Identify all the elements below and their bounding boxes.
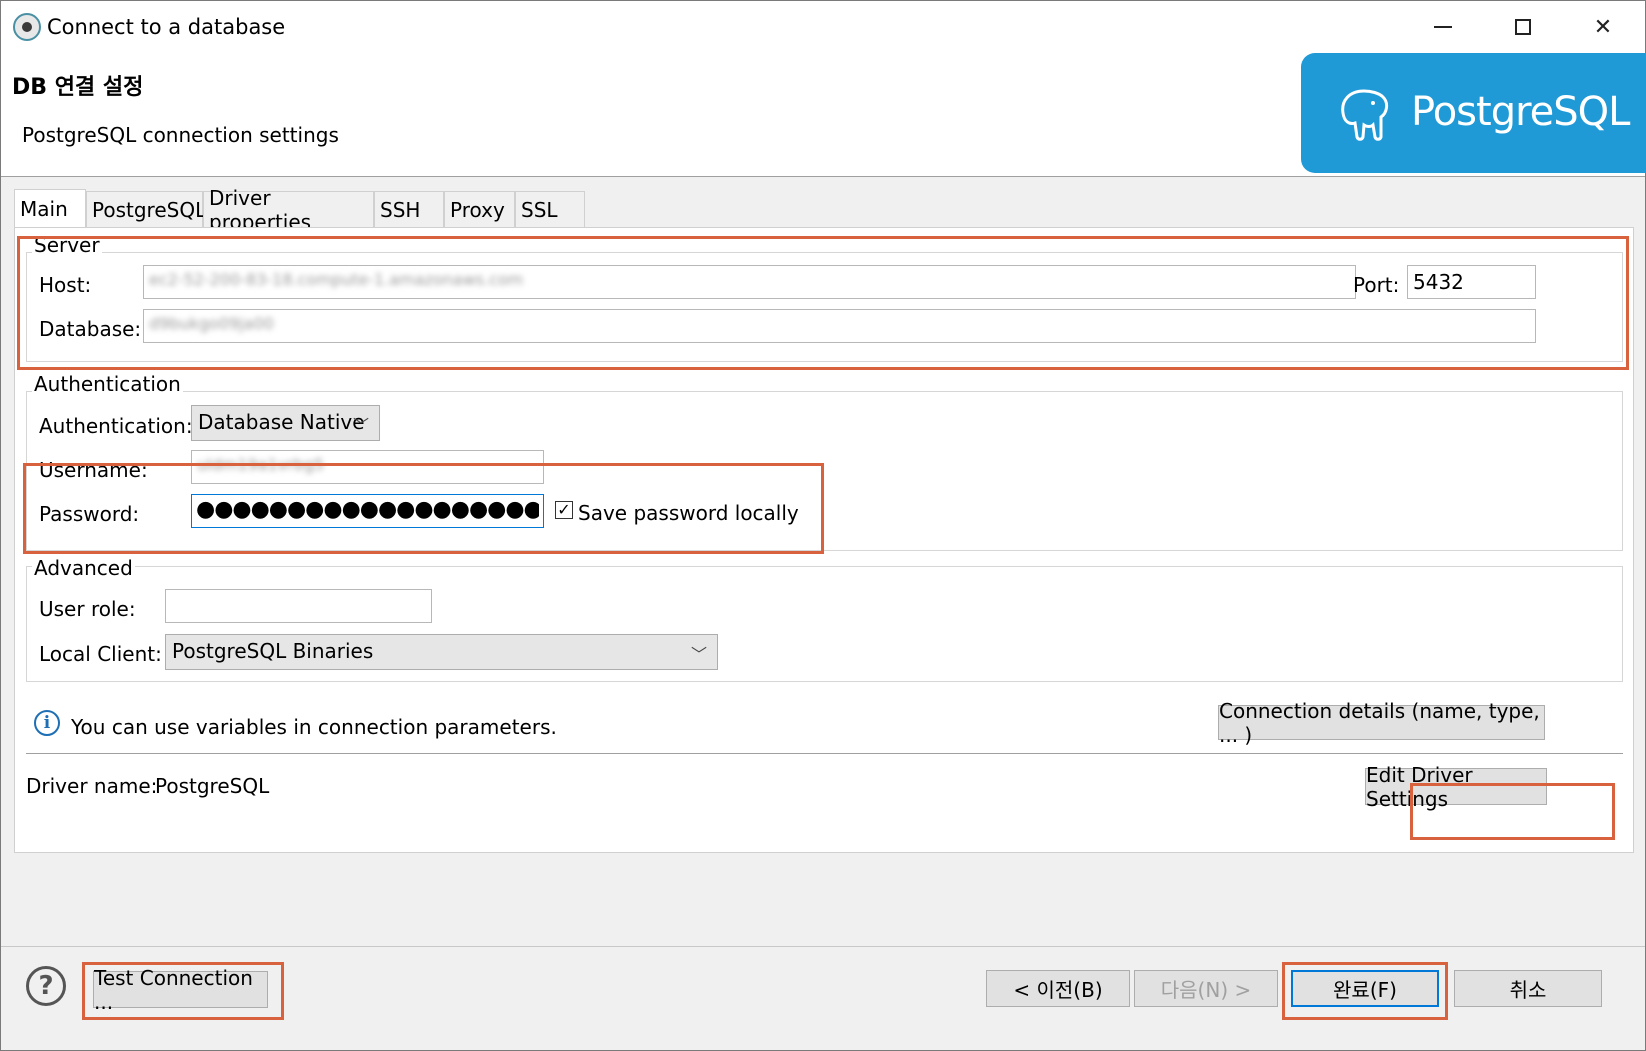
elephant-icon — [1341, 89, 1389, 141]
checkmark-icon: ✓ — [557, 500, 571, 519]
user-role-input[interactable] — [165, 589, 432, 623]
host-input[interactable]: ec2-52-200-83-18.compute-1.amazonaws.com — [143, 265, 1356, 299]
tab-driver-properties[interactable]: Driver properties — [203, 186, 374, 234]
postgresql-logo: PostgreSQL — [1301, 53, 1646, 173]
save-password-label: Save password locally — [578, 501, 799, 525]
chevron-down-icon: ﹀ — [690, 645, 707, 664]
driver-name-label: Driver name: — [26, 774, 158, 798]
main-tab-panel: Server Host: ec2-52-200-83-18.compute-1.… — [14, 227, 1634, 853]
dbeaver-app-icon — [13, 13, 41, 41]
tab-ssh[interactable]: SSH — [374, 191, 444, 227]
minimize-icon — [1434, 26, 1452, 28]
help-icon[interactable]: ? — [26, 966, 66, 1006]
chevron-down-icon: ﹀ — [352, 416, 369, 435]
tab-main[interactable]: Main — [14, 189, 86, 227]
maximize-icon — [1515, 19, 1531, 35]
tab-ssl[interactable]: SSL — [515, 191, 585, 227]
tab-proxy[interactable]: Proxy — [444, 191, 515, 227]
authentication-group-label: Authentication — [32, 372, 183, 396]
info-icon: i — [34, 710, 60, 736]
connection-details-button[interactable]: Connection details (name, type, ... ) — [1218, 699, 1545, 747]
advanced-group-label: Advanced — [32, 556, 135, 580]
minimize-button[interactable] — [1421, 9, 1465, 45]
local-client-select-value: PostgreSQL Binaries — [172, 639, 374, 663]
password-input[interactable]: ●●●●●●●●●●●●●●●●●●● — [191, 494, 544, 528]
maximize-button[interactable] — [1501, 9, 1545, 45]
divider — [26, 753, 1623, 754]
variables-info-text: You can use variables in connection para… — [71, 715, 557, 739]
user-role-label: User role: — [39, 597, 136, 621]
database-label: Database: — [39, 317, 142, 341]
authentication-select[interactable]: Database Native ﹀ — [191, 405, 380, 441]
port-label: Port: — [1353, 273, 1400, 297]
host-label: Host: — [39, 273, 92, 297]
cancel-button[interactable]: 취소 — [1454, 970, 1602, 1007]
database-input[interactable]: d9bukgo09ja00 — [143, 309, 1536, 343]
port-input[interactable]: 5432 — [1407, 265, 1536, 299]
window-title: Connect to a database — [47, 15, 286, 39]
footer-divider — [1, 946, 1645, 947]
back-button[interactable]: < 이전(B) — [986, 970, 1130, 1007]
tab-bar: Main PostgreSQL Driver properties SSH Pr… — [14, 186, 585, 234]
close-icon: ✕ — [1593, 14, 1613, 40]
username-input[interactable]: uldm19a1vrbg5 — [191, 450, 544, 484]
local-client-select[interactable]: PostgreSQL Binaries ﹀ — [165, 634, 718, 670]
password-value: ●●●●●●●●●●●●●●●●●●● — [196, 497, 539, 522]
finish-button[interactable]: 완료(F) — [1291, 970, 1439, 1007]
password-label: Password: — [39, 502, 140, 526]
logo-text: PostgreSQL — [1411, 89, 1630, 135]
close-button[interactable]: ✕ — [1581, 9, 1625, 45]
authentication-label: Authentication: — [39, 414, 193, 438]
wizard-header: DB 연결 설정 PostgreSQL connection settings … — [1, 53, 1646, 177]
connect-dialog: Connect to a database ✕ DB 연결 설정 Postgre… — [0, 0, 1646, 1051]
title-bar: Connect to a database ✕ — [1, 1, 1645, 53]
local-client-label: Local Client: — [39, 642, 162, 666]
test-connection-button[interactable]: Test Connection ... — [93, 966, 268, 1014]
authentication-select-value: Database Native — [198, 410, 365, 434]
page-subtitle: PostgreSQL connection settings — [22, 123, 339, 147]
next-button[interactable]: 다음(N) > — [1134, 970, 1278, 1007]
username-label: Username: — [39, 458, 148, 482]
edit-driver-settings-button[interactable]: Edit Driver Settings — [1365, 763, 1547, 811]
tab-postgresql[interactable]: PostgreSQL — [86, 191, 206, 227]
server-group-label: Server — [32, 233, 102, 257]
driver-name-value: PostgreSQL — [155, 774, 270, 798]
page-title: DB 연결 설정 — [12, 75, 144, 100]
save-password-checkbox[interactable]: ✓ — [555, 501, 573, 519]
